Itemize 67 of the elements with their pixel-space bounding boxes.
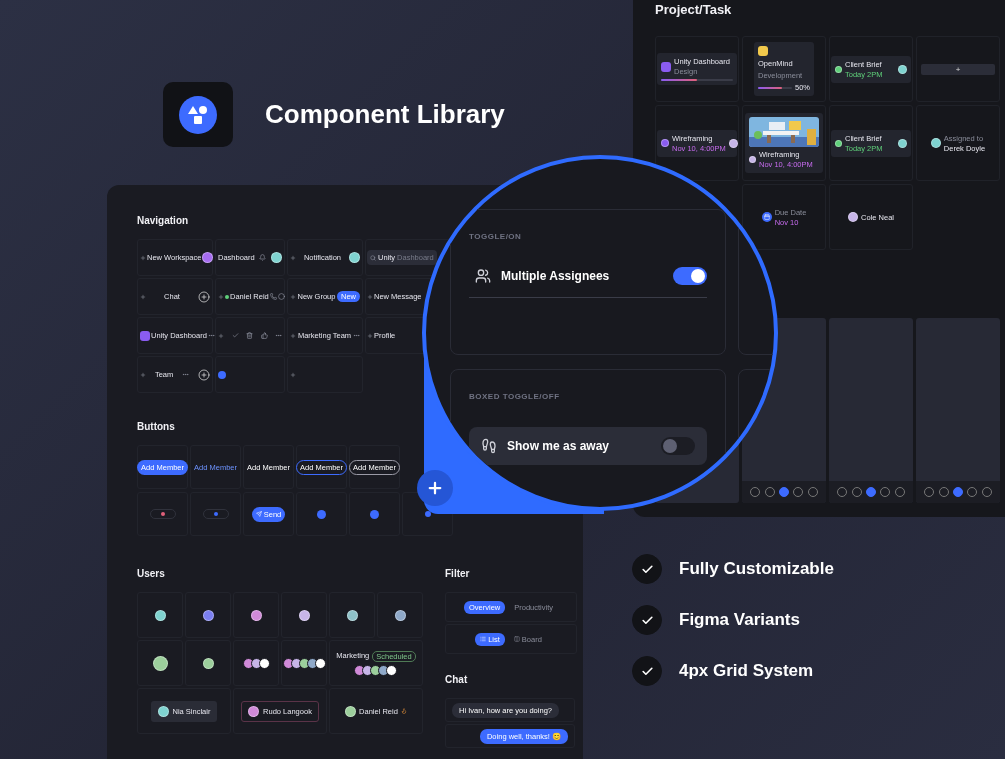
plus-icon xyxy=(367,332,373,339)
columns-icon xyxy=(513,636,520,642)
search-icon xyxy=(370,254,376,261)
plus-icon xyxy=(140,293,146,300)
shoe-icon xyxy=(481,438,497,454)
people-icon xyxy=(475,268,491,284)
avatar xyxy=(848,212,859,222)
plus-icon xyxy=(426,479,444,497)
section-title: Navigation xyxy=(137,215,190,227)
list-icon xyxy=(480,636,487,642)
round-button[interactable] xyxy=(317,509,326,519)
plus-icon xyxy=(140,371,146,378)
plus-icon xyxy=(218,293,224,300)
round-button[interactable] xyxy=(370,509,379,519)
section-title: Filter xyxy=(445,568,471,580)
nav-button[interactable] xyxy=(865,487,876,497)
page-title: Component Library xyxy=(265,99,505,130)
plus-icon xyxy=(290,332,296,339)
add-button[interactable]: + xyxy=(921,63,995,75)
check-icon xyxy=(231,332,239,339)
avatar-group xyxy=(242,657,270,669)
plus-button[interactable] xyxy=(198,290,210,303)
status-icon xyxy=(835,65,842,73)
nav-button[interactable] xyxy=(952,487,963,497)
feature-label: 4px Grid System xyxy=(679,661,814,681)
toggle-label: Show me as away xyxy=(507,439,611,453)
flame-icon xyxy=(400,708,407,714)
avatar xyxy=(728,138,738,148)
avatar-group xyxy=(354,664,398,676)
send-icon xyxy=(255,511,262,517)
plus-icon xyxy=(290,254,296,261)
caption: TOGGLE/ON xyxy=(469,232,523,241)
nav-button[interactable] xyxy=(778,487,789,497)
toggle-switch[interactable] xyxy=(673,267,707,285)
plus-icon xyxy=(218,332,224,339)
avatar xyxy=(749,156,756,163)
status-dot xyxy=(225,294,229,299)
section-title: Users xyxy=(137,568,166,580)
app-icon xyxy=(140,330,150,341)
feature-label: Fully Customizable xyxy=(679,559,834,579)
section-title: Chat xyxy=(445,674,469,686)
toggle-switch[interactable] xyxy=(661,437,695,455)
app-icon xyxy=(758,46,768,56)
trash-icon xyxy=(246,332,253,339)
plus-button[interactable] xyxy=(197,368,210,381)
logo-icon xyxy=(179,95,217,134)
avatar xyxy=(898,64,907,74)
plus-icon xyxy=(367,293,373,300)
calendar-icon xyxy=(761,212,772,222)
section-title: Project/Task xyxy=(655,4,733,16)
caption: BOXED TOGGLE/OFF xyxy=(469,392,561,401)
thumbs-up-icon xyxy=(260,332,268,339)
app-icon xyxy=(661,61,671,72)
dot-button[interactable] xyxy=(424,511,431,517)
feature-label: Figma Variants xyxy=(679,610,800,630)
avatar xyxy=(930,138,941,148)
status-icon xyxy=(835,139,842,147)
plus-icon xyxy=(290,371,296,378)
avatar xyxy=(898,138,907,148)
section-title: Buttons xyxy=(137,421,176,433)
plus-icon xyxy=(140,254,146,261)
plus-icon xyxy=(290,293,296,300)
toggle-label: Multiple Assignees xyxy=(501,269,611,283)
circle-icon xyxy=(277,293,285,300)
dot-button[interactable] xyxy=(218,370,226,379)
bell-icon xyxy=(259,254,267,261)
phone-icon xyxy=(269,293,277,300)
